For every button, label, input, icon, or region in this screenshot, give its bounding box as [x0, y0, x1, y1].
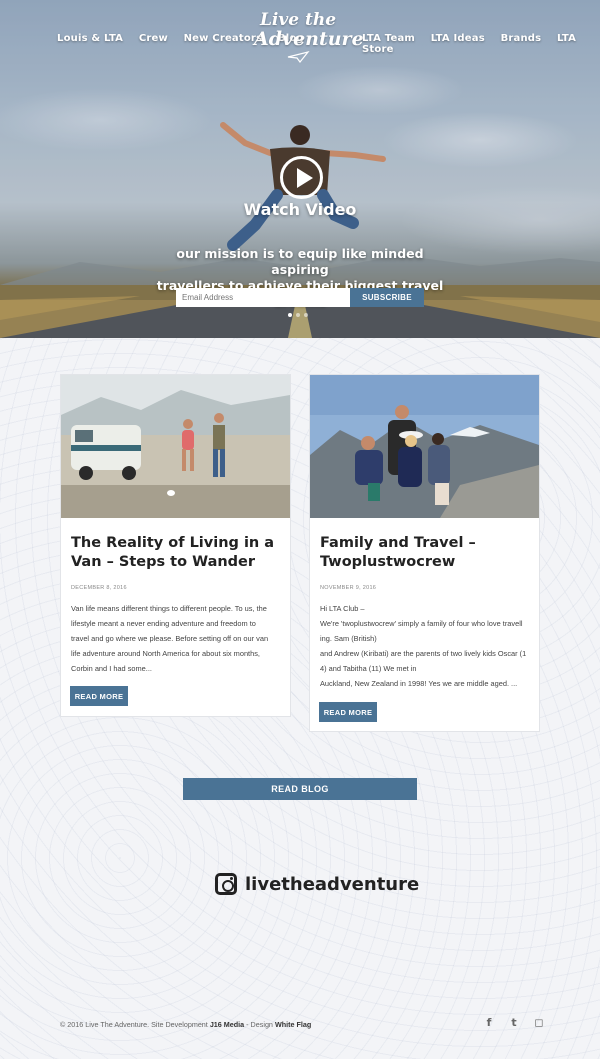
- read-more-button[interactable]: READ MORE: [319, 702, 377, 722]
- paper-plane-icon: [287, 50, 310, 63]
- nav-link-new-creators[interactable]: New Creators: [184, 33, 263, 44]
- post-date: DECEMBER 8, 2016: [71, 585, 127, 591]
- post-image-van[interactable]: [61, 375, 290, 518]
- newsletter-form: SUBSCRIBE: [176, 288, 424, 307]
- footer-copyright: © 2016 Live The Adventure. Site Developm…: [60, 1020, 311, 1029]
- instagram-icon[interactable]: ◻: [533, 1016, 545, 1029]
- excerpt-line: Corbin and I had some...: [71, 664, 152, 673]
- play-video-icon[interactable]: [280, 156, 323, 199]
- watch-video-label[interactable]: Watch Video: [0, 200, 600, 219]
- slider-dot-2[interactable]: [296, 313, 300, 317]
- logo-line2: Adventure: [254, 28, 364, 50]
- facebook-icon[interactable]: f: [483, 1016, 495, 1029]
- footer-dev-link[interactable]: J16 Media: [210, 1020, 244, 1029]
- excerpt-line: ing. Sam (British): [320, 634, 377, 643]
- nav-link-lta-team[interactable]: LTA Team: [362, 33, 415, 44]
- nav-link-crew[interactable]: Crew: [139, 33, 168, 44]
- nav-link-brands[interactable]: Brands: [501, 33, 542, 44]
- post-excerpt: Van life means different things to diffe…: [71, 601, 280, 676]
- instagram-link[interactable]: livetheadventure: [215, 873, 419, 895]
- slider-dot-3[interactable]: [304, 313, 308, 317]
- excerpt-line: We're 'twoplustwocrew' simply a family o…: [320, 619, 523, 628]
- nav-right: LTA Team LTA Ideas Brands LTA Store: [362, 33, 600, 55]
- blog-card: Family and Travel – Twoplustwocrew NOVEM…: [309, 374, 540, 732]
- footer-middle: - Design: [244, 1020, 275, 1029]
- instagram-handle: livetheadventure: [245, 873, 420, 895]
- slider-dots: [288, 313, 308, 317]
- blog-card: The Reality of Living in a Van – Steps t…: [60, 374, 291, 717]
- excerpt-line: travel and go where we please. Before se…: [71, 634, 269, 643]
- excerpt-line: lifestyle meant a never ending adventure…: [71, 619, 256, 628]
- post-excerpt: Hi LTA Club – We're 'twoplustwocrew' sim…: [320, 601, 529, 691]
- excerpt-line: Hi LTA Club –: [320, 604, 365, 613]
- slider-dot-1[interactable]: [288, 313, 292, 317]
- subscribe-button[interactable]: SUBSCRIBE: [350, 288, 424, 307]
- logo-line1: Live the: [259, 10, 337, 30]
- footer-design-link[interactable]: White Flag: [275, 1020, 311, 1029]
- excerpt-line: Van life means different things to diffe…: [71, 604, 267, 613]
- excerpt-line: Auckland, New Zealand in 1998! Yes we ar…: [320, 679, 518, 688]
- read-more-button[interactable]: READ MORE: [70, 686, 128, 706]
- read-blog-button[interactable]: READ BLOG: [183, 778, 417, 800]
- nav-link-louis-lta[interactable]: Louis & LTA: [57, 33, 123, 44]
- post-title[interactable]: The Reality of Living in a Van – Steps t…: [71, 534, 280, 572]
- post-date: NOVEMBER 9, 2016: [320, 585, 377, 591]
- excerpt-line: 4) and Tabitha (11) We met in: [320, 664, 417, 673]
- instagram-icon: [215, 873, 237, 895]
- social-links: f t ◻: [483, 1016, 545, 1029]
- post-image-family[interactable]: [310, 375, 539, 518]
- nav-link-lta-ideas[interactable]: LTA Ideas: [431, 33, 485, 44]
- excerpt-line: and Andrew (Kiribati) are the parents of…: [320, 649, 527, 658]
- email-input[interactable]: [176, 288, 350, 307]
- post-title[interactable]: Family and Travel – Twoplustwocrew: [320, 534, 529, 572]
- hero-banner: Louis & LTA Crew New Creators Blog Live …: [0, 0, 600, 338]
- mission-line-1: our mission is to equip like minded aspi…: [176, 246, 424, 277]
- site-logo[interactable]: Live the Adventure: [254, 6, 364, 72]
- footer-prefix: © 2016 Live The Adventure. Site Developm…: [60, 1020, 210, 1029]
- excerpt-line: life adventure around North America for …: [71, 649, 260, 658]
- twitter-icon[interactable]: t: [508, 1016, 520, 1029]
